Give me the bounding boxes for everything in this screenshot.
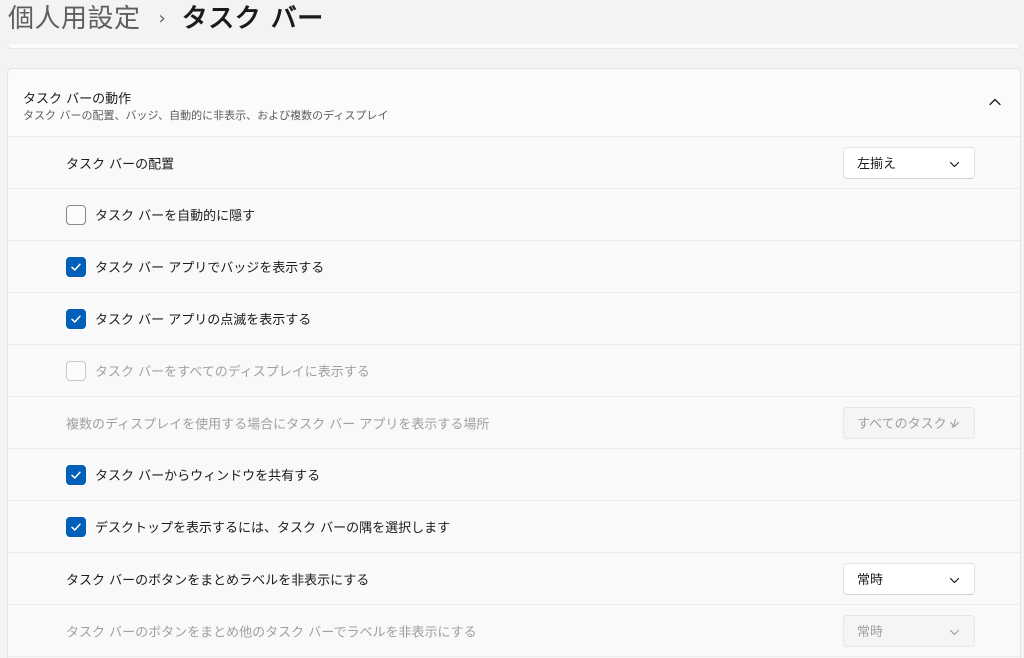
section-title: タスク バーの動作 (23, 92, 132, 107)
checkmark-icon (71, 523, 81, 531)
section-header-taskbar-behaviors[interactable]: タスク バーの動作 タスク バーの配置、バッジ、自動的に非表示、および複数のディ… (8, 69, 1020, 137)
autohide-checkbox[interactable] (66, 204, 86, 225)
checkmark-icon (71, 263, 81, 271)
show-desktop-checkbox[interactable] (66, 516, 86, 537)
row-autohide: タスク バーを自動的に隠す (8, 189, 1020, 241)
multi-display-apps-label: 複数のディスプレイを使用する場合にタスク バー アプリを表示する場所 (66, 417, 490, 432)
taskbar-behaviors-card: タスク バーの動作 タスク バーの配置、バッジ、自動的に非表示、および複数のディ… (7, 68, 1021, 658)
combine-buttons-label: タスク バーのボタンをまとめラベルを非表示にする (66, 573, 370, 588)
row-combine-buttons: タスク バーのボタンをまとめラベルを非表示にする 常時 (8, 553, 1020, 605)
row-multi-display-apps: 複数のディスプレイを使用する場合にタスク バー アプリを表示する場所 すべてのタ… (8, 397, 1020, 449)
flashing-checkbox[interactable] (66, 308, 86, 329)
autohide-checkbox-control[interactable]: タスク バーを自動的に隠す (66, 204, 255, 225)
chevron-up-icon[interactable] (988, 95, 1002, 109)
row-share-window: タスク バーからウィンドウを共有する (8, 449, 1020, 501)
section-subtitle: タスク バーの配置、バッジ、自動的に非表示、および複数のディスプレイ (23, 109, 389, 122)
share-window-checkbox-control[interactable]: タスク バーからウィンドウを共有する (66, 464, 320, 485)
dropdown-value: 常時 (857, 573, 884, 588)
all-displays-checkbox (66, 360, 86, 381)
combine-other-dropdown: 常時 (843, 614, 975, 647)
row-all-displays: タスク バーをすべてのディスプレイに表示する (8, 345, 1020, 397)
taskbar-alignment-dropdown[interactable]: 左揃え (843, 146, 975, 179)
dropdown-value: すべてのタスク バー (857, 417, 957, 432)
row-show-desktop: デスクトップを表示するには、タスク バーの隅を選択します (8, 501, 1020, 553)
flashing-label[interactable]: タスク バー アプリの点滅を表示する (95, 309, 311, 328)
dropdown-value: 左揃え (857, 157, 897, 172)
all-displays-checkbox-control: タスク バーをすべてのディスプレイに表示する (66, 360, 370, 381)
row-flashing: タスク バー アプリの点滅を表示する (8, 293, 1020, 345)
all-displays-label: タスク バーをすべてのディスプレイに表示する (95, 365, 370, 380)
previous-section-card (7, 44, 1021, 49)
checkmark-icon (71, 471, 81, 479)
row-taskbar-alignment: タスク バーの配置 左揃え (8, 137, 1020, 189)
dropdown-value: 常時 (857, 625, 884, 640)
chevron-down-icon (949, 421, 960, 427)
badges-checkbox-control[interactable]: タスク バー アプリでバッジを表示する (66, 256, 324, 277)
breadcrumb-separator: › (158, 8, 166, 29)
chevron-down-icon (949, 161, 960, 167)
settings-page: 個人用設定 › タスク バー タスク バーの動作 タスク バーの配置、バッジ、自… (0, 0, 1024, 658)
chevron-down-icon (949, 629, 960, 635)
autohide-label[interactable]: タスク バーを自動的に隠す (95, 205, 255, 224)
share-window-label[interactable]: タスク バーからウィンドウを共有する (95, 465, 320, 484)
multi-display-apps-dropdown: すべてのタスク バー (843, 406, 975, 439)
share-window-checkbox[interactable] (66, 464, 86, 485)
combine-other-label: タスク バーのボタンをまとめ他のタスク バーでラベルを非表示にする (66, 625, 477, 640)
show-desktop-checkbox-control[interactable]: デスクトップを表示するには、タスク バーの隅を選択します (66, 516, 450, 537)
badges-label[interactable]: タスク バー アプリでバッジを表示する (95, 257, 324, 276)
breadcrumb: 個人用設定 › タスク バー (8, 0, 324, 38)
page-title: タスク バー (181, 4, 324, 34)
row-badges: タスク バー アプリでバッジを表示する (8, 241, 1020, 293)
checkmark-icon (71, 315, 81, 323)
chevron-down-icon (949, 577, 960, 583)
taskbar-alignment-label: タスク バーの配置 (66, 157, 175, 172)
show-desktop-label[interactable]: デスクトップを表示するには、タスク バーの隅を選択します (95, 517, 450, 536)
combine-buttons-dropdown[interactable]: 常時 (843, 562, 975, 595)
row-combine-other-taskbars: タスク バーのボタンをまとめ他のタスク バーでラベルを非表示にする 常時 (8, 605, 1020, 657)
badges-checkbox[interactable] (66, 256, 86, 277)
flashing-checkbox-control[interactable]: タスク バー アプリの点滅を表示する (66, 308, 311, 329)
breadcrumb-parent[interactable]: 個人用設定 (8, 2, 141, 36)
